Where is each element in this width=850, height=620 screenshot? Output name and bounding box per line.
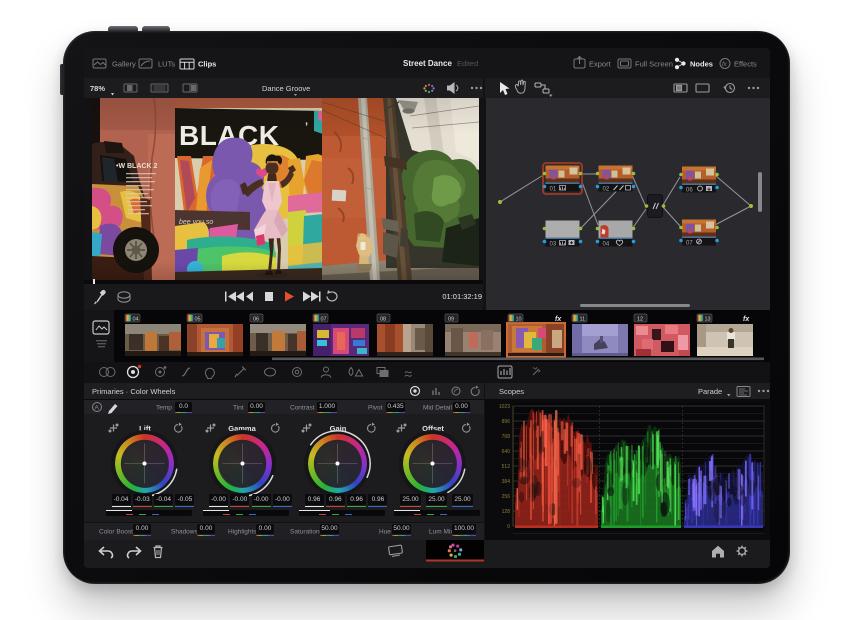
svg-text:Clips: Clips bbox=[198, 60, 216, 69]
svg-text:Mid Detail: Mid Detail bbox=[423, 405, 452, 412]
svg-text:fx: fx bbox=[555, 316, 562, 323]
svg-text:Temp: Temp bbox=[156, 405, 172, 412]
svg-text:Shadows: Shadows bbox=[171, 529, 198, 536]
svg-text:384: 384 bbox=[502, 479, 511, 485]
svg-text:Pivot: Pivot bbox=[368, 405, 383, 412]
svg-text:Lum Mix: Lum Mix bbox=[429, 529, 454, 536]
svg-text:Color Boost: Color Boost bbox=[99, 529, 133, 536]
svg-text:Gallery: Gallery bbox=[112, 60, 136, 69]
svg-text:07: 07 bbox=[686, 241, 693, 247]
svg-text:768: 768 bbox=[502, 434, 511, 440]
svg-text:Hue: Hue bbox=[379, 529, 391, 536]
svg-text:A: A bbox=[95, 405, 100, 412]
svg-text:13: 13 bbox=[705, 316, 711, 322]
svg-text:Highlights: Highlights bbox=[228, 529, 257, 536]
svg-text:640: 640 bbox=[502, 449, 511, 455]
svg-text:08: 08 bbox=[380, 316, 386, 322]
svg-text:512: 512 bbox=[502, 464, 511, 470]
svg-text:128: 128 bbox=[502, 509, 511, 515]
svg-text:Effects: Effects bbox=[734, 60, 757, 69]
svg-text:12: 12 bbox=[637, 316, 643, 322]
svg-text:Nodes: Nodes bbox=[690, 60, 713, 69]
svg-text:Full Screen: Full Screen bbox=[635, 60, 673, 69]
svg-text:fx: fx bbox=[722, 62, 728, 68]
svg-text:Street Dance: Street Dance bbox=[403, 59, 452, 68]
svg-text:10: 10 bbox=[516, 316, 522, 322]
svg-text:1023: 1023 bbox=[499, 404, 510, 410]
svg-text:Saturation: Saturation bbox=[290, 529, 320, 536]
svg-text:04: 04 bbox=[133, 316, 139, 322]
svg-text:256: 256 bbox=[502, 494, 511, 500]
svg-text:896: 896 bbox=[502, 419, 511, 425]
svg-text:01:01:32:19: 01:01:32:19 bbox=[442, 292, 482, 301]
svg-text:fx: fx bbox=[743, 316, 750, 323]
svg-text:Scopes: Scopes bbox=[499, 387, 524, 396]
svg-text:Edited: Edited bbox=[457, 59, 478, 68]
svg-text:0: 0 bbox=[507, 524, 510, 530]
svg-text:Primaries · Color Wheels: Primaries · Color Wheels bbox=[92, 387, 176, 396]
svg-text:LUTs: LUTs bbox=[158, 60, 175, 69]
svg-text:07: 07 bbox=[321, 316, 327, 322]
svg-text:01: 01 bbox=[550, 187, 557, 193]
svg-text:Contrast: Contrast bbox=[290, 405, 315, 412]
svg-text:03: 03 bbox=[550, 242, 557, 248]
svg-text:11: 11 bbox=[580, 316, 586, 322]
svg-text:Dance Groove: Dance Groove bbox=[262, 84, 310, 93]
svg-text:Export: Export bbox=[589, 60, 612, 69]
svg-text:Parade: Parade bbox=[698, 387, 722, 396]
svg-text:78%: 78% bbox=[90, 84, 105, 93]
svg-text:05: 05 bbox=[195, 316, 201, 322]
svg-text:Tint: Tint bbox=[233, 405, 244, 412]
svg-text:06: 06 bbox=[686, 188, 693, 194]
svg-text:09: 09 bbox=[448, 316, 454, 322]
svg-text:06: 06 bbox=[253, 316, 259, 322]
svg-text:02: 02 bbox=[603, 187, 610, 193]
svg-text:04: 04 bbox=[603, 242, 610, 248]
